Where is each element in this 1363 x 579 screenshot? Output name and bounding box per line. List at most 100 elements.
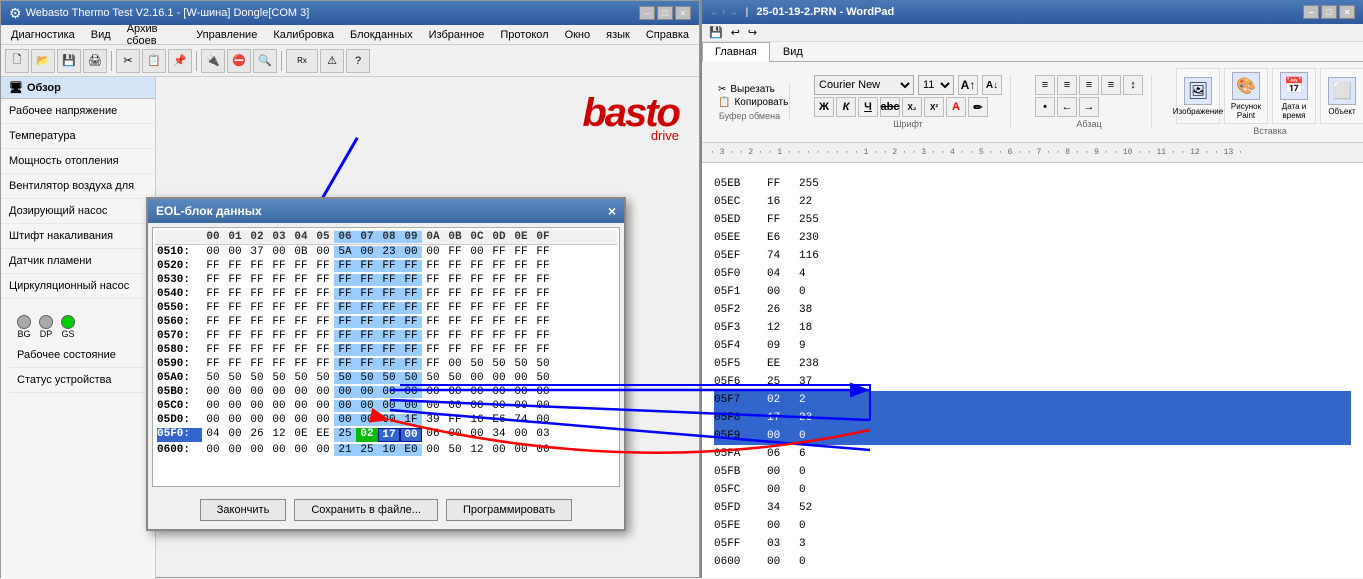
program-button[interactable]: Программировать [446, 499, 572, 521]
hex-cell[interactable]: FF [290, 330, 312, 342]
hex-cell[interactable]: FF [378, 358, 400, 370]
font-color-button[interactable]: A [946, 97, 966, 117]
hex-cell[interactable]: 00 [312, 444, 334, 456]
hex-cell[interactable]: FF [224, 330, 246, 342]
hex-cell[interactable]: FF [532, 288, 554, 300]
hex-cell[interactable]: FF [400, 274, 422, 286]
align-right-button[interactable]: ≡ [1079, 75, 1099, 95]
superscript-button[interactable]: X² [924, 97, 944, 117]
qa-undo[interactable]: ↩ [728, 25, 743, 40]
sidebar-item-flame[interactable]: Датчик пламени [1, 249, 155, 274]
hex-cell[interactable]: FF [510, 344, 532, 356]
hex-cell[interactable]: 00 [268, 444, 290, 456]
hex-cell[interactable]: 00 [444, 400, 466, 412]
indent-increase-button[interactable]: → [1079, 97, 1099, 117]
hex-cell[interactable]: 5A [334, 246, 356, 258]
hex-cell[interactable]: FF [378, 330, 400, 342]
hex-cell[interactable]: FF [268, 330, 290, 342]
hex-cell[interactable]: 00 [268, 386, 290, 398]
hex-cell[interactable]: 00 [312, 246, 334, 258]
hex-cell[interactable]: FF [444, 414, 466, 426]
hex-cell[interactable]: 00 [488, 400, 510, 412]
sidebar-item-glow[interactable]: Штифт накаливания [1, 224, 155, 249]
hex-cell[interactable]: 00 [378, 386, 400, 398]
hex-cell[interactable]: FF [466, 316, 488, 328]
hex-cell[interactable]: FF [246, 316, 268, 328]
hex-cell[interactable]: 50 [532, 372, 554, 384]
hex-cell[interactable]: FF [202, 302, 224, 314]
sidebar-item-temperature[interactable]: Температура [1, 124, 155, 149]
hex-cell[interactable]: FF [290, 260, 312, 272]
hex-cell[interactable]: 00 [246, 414, 268, 426]
hex-cell[interactable]: E6 [488, 414, 510, 426]
hex-cell[interactable]: 00 [312, 386, 334, 398]
hex-cell[interactable]: 00 [532, 400, 554, 412]
hex-cell[interactable]: 00 [356, 414, 378, 426]
hex-cell[interactable]: FF [334, 330, 356, 342]
hex-cell[interactable]: 25 [334, 428, 356, 442]
hex-cell[interactable]: FF [378, 316, 400, 328]
hex-cell[interactable]: 50 [312, 372, 334, 384]
hex-cell[interactable]: FF [202, 288, 224, 300]
underline-button[interactable]: Ч [858, 97, 878, 117]
copy-button[interactable]: 📋 Копировать [714, 96, 785, 109]
hex-cell[interactable]: FF [224, 358, 246, 370]
hex-cell[interactable]: FF [290, 302, 312, 314]
hex-cell[interactable]: FF [532, 330, 554, 342]
hex-cell[interactable]: 00 [444, 386, 466, 398]
hex-cell[interactable]: 50 [356, 372, 378, 384]
toolbar-connect[interactable]: 🔌 [201, 49, 225, 73]
toolbar-cut[interactable]: ✂ [116, 49, 140, 73]
hex-cell[interactable]: 00 [312, 414, 334, 426]
hex-cell[interactable]: FF [312, 302, 334, 314]
menu-view[interactable]: Вид [85, 28, 117, 42]
font-size-select[interactable]: 11 [918, 75, 954, 95]
hex-cell[interactable]: 00 [202, 414, 224, 426]
hex-cell[interactable]: FF [532, 344, 554, 356]
hex-cell[interactable]: 00 [466, 372, 488, 384]
hex-cell[interactable]: 00 [356, 246, 378, 258]
hex-cell[interactable]: 00 [290, 400, 312, 412]
hex-cell[interactable]: FF [422, 330, 444, 342]
hex-cell[interactable]: FF [202, 274, 224, 286]
align-center-button[interactable]: ≡ [1057, 75, 1077, 95]
hex-cell[interactable]: 00 [466, 246, 488, 258]
hex-cell[interactable]: 00 [224, 414, 246, 426]
subscript-button[interactable]: X₂ [902, 97, 922, 117]
hex-cell[interactable]: FF [510, 330, 532, 342]
hex-cell[interactable]: 00 [202, 246, 224, 258]
hex-cell[interactable]: FF [334, 302, 356, 314]
hex-cell[interactable]: FF [488, 330, 510, 342]
wp-maximize-button[interactable]: □ [1321, 5, 1337, 19]
hex-cell[interactable]: FF [532, 316, 554, 328]
hex-cell[interactable]: 00 [224, 246, 246, 258]
hex-cell[interactable]: FF [268, 274, 290, 286]
hex-cell[interactable]: 25 [356, 444, 378, 456]
hex-cell[interactable]: FF [202, 344, 224, 356]
hex-cell[interactable]: 04 [202, 428, 224, 442]
hex-cell[interactable]: 00 [510, 428, 532, 442]
hex-cell[interactable]: 00 [268, 414, 290, 426]
hex-cell[interactable]: FF [444, 288, 466, 300]
toolbar-copy[interactable]: 📋 [142, 49, 166, 73]
hex-cell[interactable]: FF [268, 302, 290, 314]
hex-cell[interactable]: FF [246, 260, 268, 272]
hex-cell[interactable]: 00 [334, 386, 356, 398]
hex-cell[interactable]: 00 [290, 444, 312, 456]
hex-cell[interactable]: 00 [202, 400, 224, 412]
hex-cell[interactable]: 12 [268, 428, 290, 442]
hex-cell[interactable]: 50 [488, 358, 510, 370]
hex-cell[interactable]: FF [356, 344, 378, 356]
hex-cell[interactable]: FF [312, 358, 334, 370]
save-to-file-button[interactable]: Сохранить в файле... [294, 499, 438, 521]
menu-blockdata[interactable]: Блокданных [344, 28, 419, 42]
hex-cell[interactable]: FF [378, 302, 400, 314]
menu-calibration[interactable]: Калибровка [267, 28, 340, 42]
hex-cell[interactable]: E0 [400, 444, 422, 456]
hex-cell[interactable]: FF [510, 316, 532, 328]
hex-cell[interactable]: FF [466, 330, 488, 342]
hex-cell[interactable]: FF [422, 260, 444, 272]
hex-cell[interactable]: 00 [444, 358, 466, 370]
menu-window[interactable]: Окно [559, 28, 597, 42]
hex-cell[interactable]: FF [510, 302, 532, 314]
